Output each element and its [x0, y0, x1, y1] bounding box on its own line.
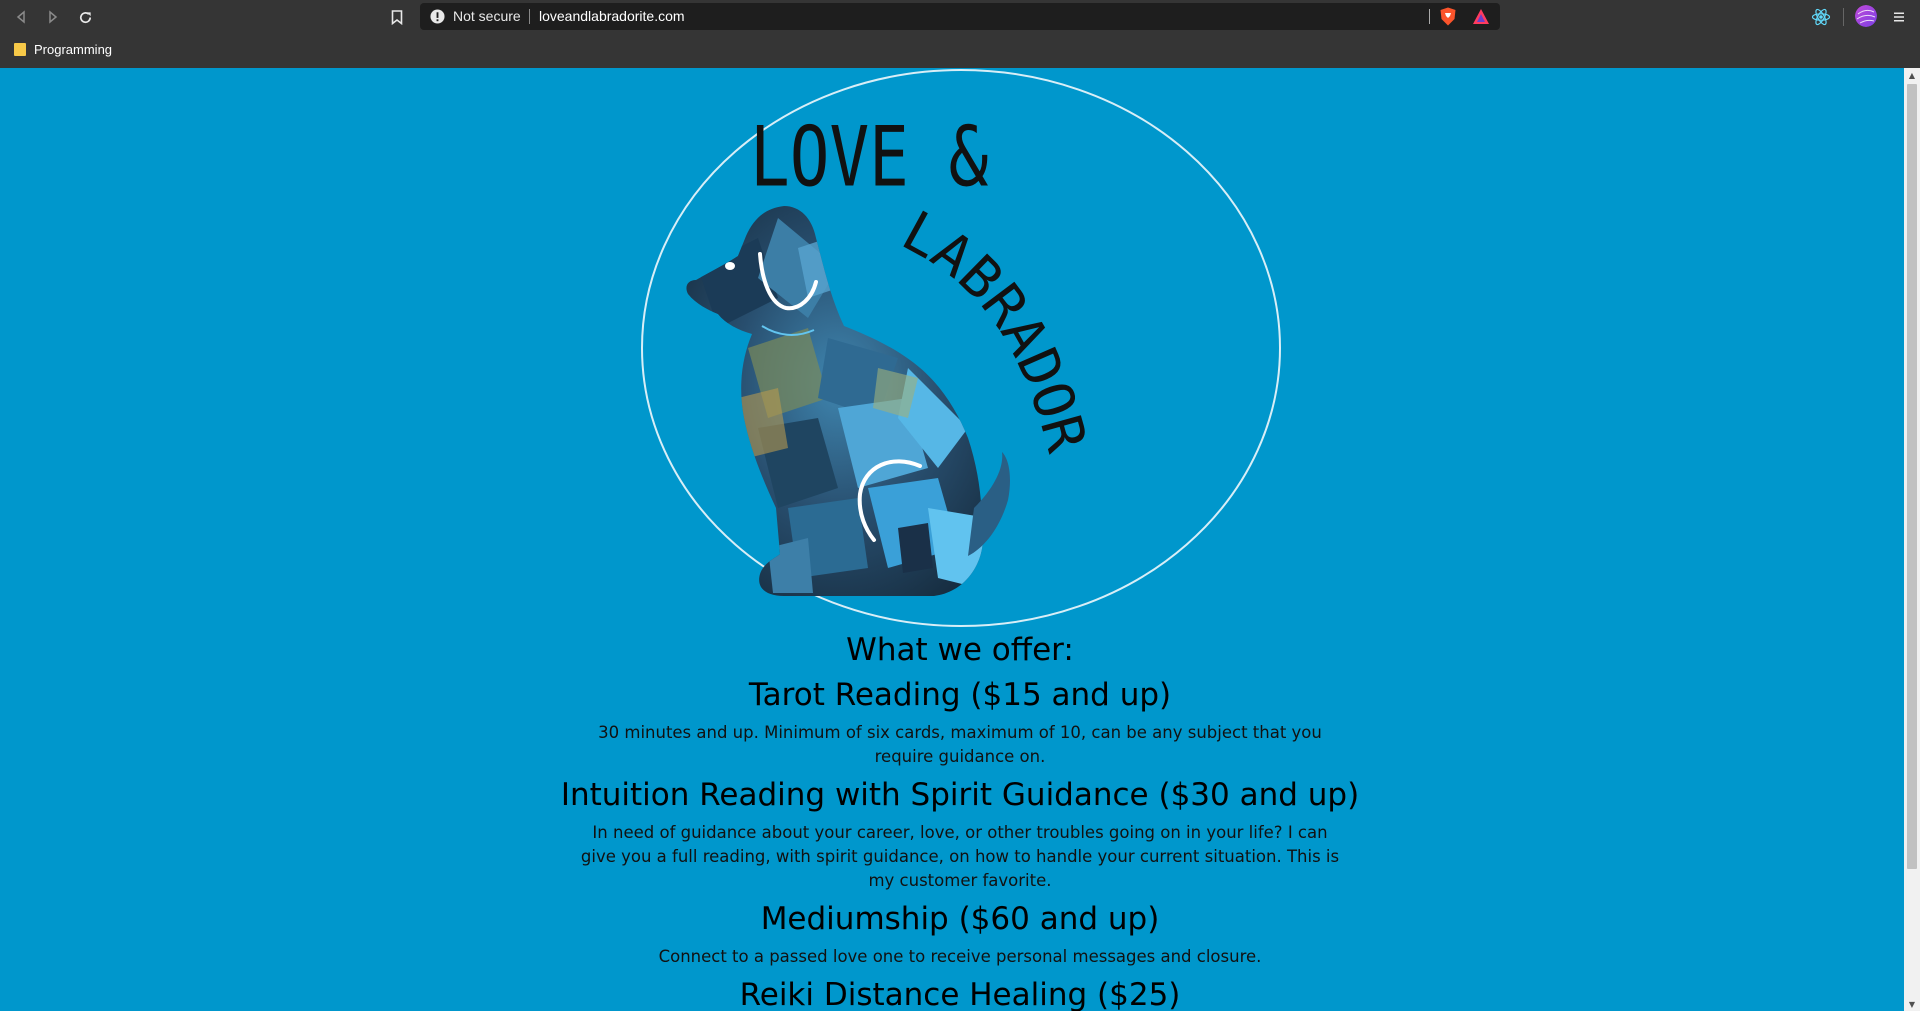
bookmark-page-button[interactable]: [386, 6, 408, 28]
browser-toolbar: Not secure loveandlabradorite.com: [0, 0, 1920, 34]
service-title-intuition: Intuition Reading with Spirit Guidance (…: [560, 777, 1360, 813]
url-text[interactable]: loveandlabradorite.com: [539, 3, 685, 30]
browser-chrome: Not secure loveandlabradorite.com Progra…: [0, 0, 1920, 68]
warning-icon[interactable]: [430, 9, 445, 24]
profile-avatar[interactable]: [1855, 5, 1877, 27]
logo-text-line1: LOVE &: [750, 109, 988, 205]
service-title-mediumship: Mediumship ($60 and up): [760, 901, 1160, 937]
toolbar-divider: [1843, 8, 1844, 26]
service-description-intuition: In need of guidance about your career, l…: [580, 823, 1340, 890]
service-title-reiki: Reiki Distance Healing ($25): [739, 977, 1181, 1011]
react-extension-icon[interactable]: [1811, 7, 1831, 27]
security-status[interactable]: Not secure: [453, 3, 521, 30]
bookmark-label: Programming: [34, 41, 113, 57]
love-and-labradorite-logo: LOVE & LABRADORITE: [638, 68, 1281, 627]
service-description-mediumship: Connect to a passed love one to receive …: [658, 947, 1262, 966]
folder-icon: [14, 42, 26, 56]
service-title-tarot: Tarot Reading ($15 and up): [748, 677, 1172, 713]
scroll-up-arrow[interactable]: ▲: [1904, 68, 1920, 82]
arrow-right-icon: [49, 10, 58, 24]
forward-button[interactable]: [42, 6, 64, 28]
hamburger-menu-icon: [1894, 12, 1904, 22]
offer-heading: What we offer:: [846, 632, 1074, 668]
services-section: What we offer: Tarot Reading ($15 and up…: [560, 631, 1360, 1011]
bookmarks-bar: Programming: [0, 36, 1920, 62]
address-bar[interactable]: Not secure loveandlabradorite.com: [420, 3, 1500, 30]
dog-eye: [725, 262, 735, 270]
reload-button[interactable]: [74, 6, 96, 28]
service-description-tarot: 30 minutes and up. Minimum of six cards,…: [598, 723, 1322, 766]
scroll-down-arrow[interactable]: ▼: [1904, 997, 1920, 1011]
omnibox-divider: [529, 9, 530, 24]
brave-rewards-icon[interactable]: [1472, 8, 1490, 25]
browser-menu-button[interactable]: [1888, 6, 1910, 28]
page-viewport: LOVE & LABRADORITE What we offer: Tarot …: [0, 68, 1904, 1011]
scroll-thumb[interactable]: [1907, 84, 1917, 869]
bookmark-icon: [391, 9, 403, 25]
back-button[interactable]: [10, 6, 32, 28]
bookmark-folder-programming[interactable]: Programming: [14, 39, 112, 59]
page-scrollbar[interactable]: ▲ ▼: [1904, 68, 1920, 1011]
arrow-left-icon: [16, 10, 25, 24]
reload-icon: [79, 11, 91, 23]
omnibox-divider: [1429, 9, 1430, 24]
brave-shield-icon[interactable]: [1439, 7, 1457, 26]
